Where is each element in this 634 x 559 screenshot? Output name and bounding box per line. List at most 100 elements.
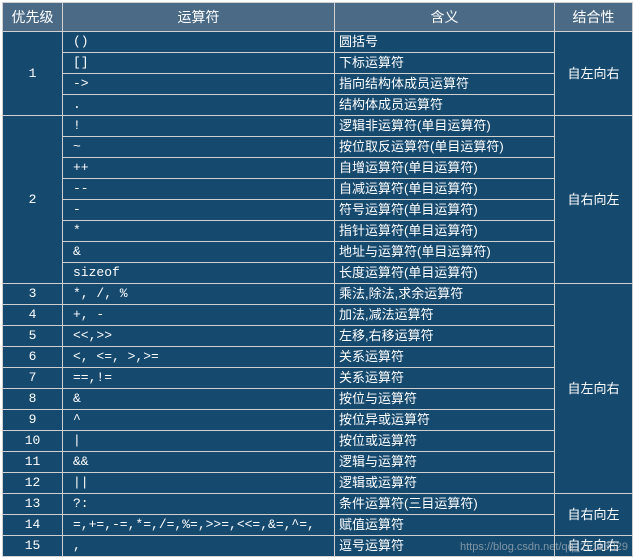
cell-op: () xyxy=(63,32,335,53)
table-row: -符号运算符(单目运算符) xyxy=(3,200,633,221)
table-row: 9^按位异或运算符 xyxy=(3,410,633,431)
table-row: sizeof长度运算符(单目运算符) xyxy=(3,263,633,284)
cell-prio: 5 xyxy=(3,326,63,347)
table-row: ++自增运算符(单目运算符) xyxy=(3,158,633,179)
cell-op: && xyxy=(63,452,335,473)
header-priority: 优先级 xyxy=(3,3,63,32)
cell-meaning: 左移,右移运算符 xyxy=(335,326,555,347)
cell-meaning: 地址与运算符(单目运算符) xyxy=(335,242,555,263)
table-row: 12||逻辑或运算符 xyxy=(3,473,633,494)
cell-meaning: 条件运算符(三目运算符) xyxy=(335,494,555,515)
cell-meaning: 按位与运算符 xyxy=(335,389,555,410)
header-row: 优先级 运算符 含义 结合性 xyxy=(3,3,633,32)
cell-meaning: 按位或运算符 xyxy=(335,431,555,452)
cell-op: <, <=, >,>= xyxy=(63,347,335,368)
cell-prio: 1 xyxy=(3,32,63,116)
table-row: 10|按位或运算符 xyxy=(3,431,633,452)
cell-prio: 13 xyxy=(3,494,63,515)
table-row: 14=,+=,-=,*=,/=,%=,>>=,<<=,&=,^=,赋值运算符 xyxy=(3,515,633,536)
cell-op: *, /, % xyxy=(63,284,335,305)
cell-op: , xyxy=(63,536,335,557)
cell-op: & xyxy=(63,389,335,410)
cell-prio: 15 xyxy=(3,536,63,557)
header-meaning: 含义 xyxy=(335,3,555,32)
cell-op: -> xyxy=(63,74,335,95)
cell-meaning: 逗号运算符 xyxy=(335,536,555,557)
cell-prio: 7 xyxy=(3,368,63,389)
cell-op: ++ xyxy=(63,158,335,179)
cell-meaning: 关系运算符 xyxy=(335,347,555,368)
cell-op: ~ xyxy=(63,137,335,158)
cell-op: -- xyxy=(63,179,335,200)
cell-op: +, - xyxy=(63,305,335,326)
cell-op: - xyxy=(63,200,335,221)
cell-meaning: 加法,减法运算符 xyxy=(335,305,555,326)
cell-op: ^ xyxy=(63,410,335,431)
cell-assoc: 自左向右 xyxy=(555,536,633,557)
cell-prio: 3 xyxy=(3,284,63,305)
table-row: 3*, /, %乘法,除法,求余运算符自左向右 xyxy=(3,284,633,305)
table-row: --自减运算符(单目运算符) xyxy=(3,179,633,200)
cell-op: . xyxy=(63,95,335,116)
table-row: *指针运算符(单目运算符) xyxy=(3,221,633,242)
table-row: 8&按位与运算符 xyxy=(3,389,633,410)
table-body: 1()圆括号自左向右[]下标运算符->指向结构体成员运算符.结构体成员运算符2!… xyxy=(3,32,633,557)
cell-prio: 6 xyxy=(3,347,63,368)
cell-op: =,+=,-=,*=,/=,%=,>>=,<<=,&=,^=, xyxy=(63,515,335,536)
cell-op: [] xyxy=(63,53,335,74)
cell-meaning: 指向结构体成员运算符 xyxy=(335,74,555,95)
table-row: 13?:条件运算符(三目运算符)自右向左 xyxy=(3,494,633,515)
cell-meaning: 指针运算符(单目运算符) xyxy=(335,221,555,242)
cell-meaning: 按位取反运算符(单目运算符) xyxy=(335,137,555,158)
header-operator: 运算符 xyxy=(63,3,335,32)
cell-prio: 4 xyxy=(3,305,63,326)
table-row: &地址与运算符(单目运算符) xyxy=(3,242,633,263)
table: 优先级 运算符 含义 结合性 1()圆括号自左向右[]下标运算符->指向结构体成… xyxy=(2,2,633,557)
cell-op: | xyxy=(63,431,335,452)
cell-op: * xyxy=(63,221,335,242)
cell-prio: 12 xyxy=(3,473,63,494)
cell-prio: 2 xyxy=(3,116,63,284)
table-row: 15,逗号运算符自左向右 xyxy=(3,536,633,557)
cell-assoc: 自左向右 xyxy=(555,32,633,116)
header-assoc: 结合性 xyxy=(555,3,633,32)
cell-meaning: 圆括号 xyxy=(335,32,555,53)
cell-prio: 8 xyxy=(3,389,63,410)
cell-op: ?: xyxy=(63,494,335,515)
table-row: 7==,!=关系运算符 xyxy=(3,368,633,389)
cell-meaning: 逻辑非运算符(单目运算符) xyxy=(335,116,555,137)
cell-op: & xyxy=(63,242,335,263)
cell-op: ==,!= xyxy=(63,368,335,389)
cell-meaning: 自增运算符(单目运算符) xyxy=(335,158,555,179)
cell-meaning: 按位异或运算符 xyxy=(335,410,555,431)
cell-meaning: 长度运算符(单目运算符) xyxy=(335,263,555,284)
cell-meaning: 逻辑或运算符 xyxy=(335,473,555,494)
table-row: ->指向结构体成员运算符 xyxy=(3,74,633,95)
cell-meaning: 下标运算符 xyxy=(335,53,555,74)
table-row: .结构体成员运算符 xyxy=(3,95,633,116)
cell-op: || xyxy=(63,473,335,494)
operator-precedence-table: 优先级 运算符 含义 结合性 1()圆括号自左向右[]下标运算符->指向结构体成… xyxy=(2,2,632,557)
cell-prio: 11 xyxy=(3,452,63,473)
cell-meaning: 关系运算符 xyxy=(335,368,555,389)
cell-op: ! xyxy=(63,116,335,137)
table-row: 11&&逻辑与运算符 xyxy=(3,452,633,473)
cell-op: sizeof xyxy=(63,263,335,284)
cell-meaning: 逻辑与运算符 xyxy=(335,452,555,473)
cell-meaning: 赋值运算符 xyxy=(335,515,555,536)
cell-prio: 9 xyxy=(3,410,63,431)
cell-op: <<,>> xyxy=(63,326,335,347)
cell-prio: 10 xyxy=(3,431,63,452)
cell-meaning: 自减运算符(单目运算符) xyxy=(335,179,555,200)
cell-meaning: 符号运算符(单目运算符) xyxy=(335,200,555,221)
table-row: 1()圆括号自左向右 xyxy=(3,32,633,53)
table-row: 2!逻辑非运算符(单目运算符)自右向左 xyxy=(3,116,633,137)
cell-assoc: 自右向左 xyxy=(555,116,633,284)
table-row: ~按位取反运算符(单目运算符) xyxy=(3,137,633,158)
table-row: 6<, <=, >,>=关系运算符 xyxy=(3,347,633,368)
table-row: []下标运算符 xyxy=(3,53,633,74)
cell-meaning: 结构体成员运算符 xyxy=(335,95,555,116)
table-row: 5<<,>>左移,右移运算符 xyxy=(3,326,633,347)
table-row: 4+, -加法,减法运算符 xyxy=(3,305,633,326)
cell-assoc: 自左向右 xyxy=(555,284,633,494)
